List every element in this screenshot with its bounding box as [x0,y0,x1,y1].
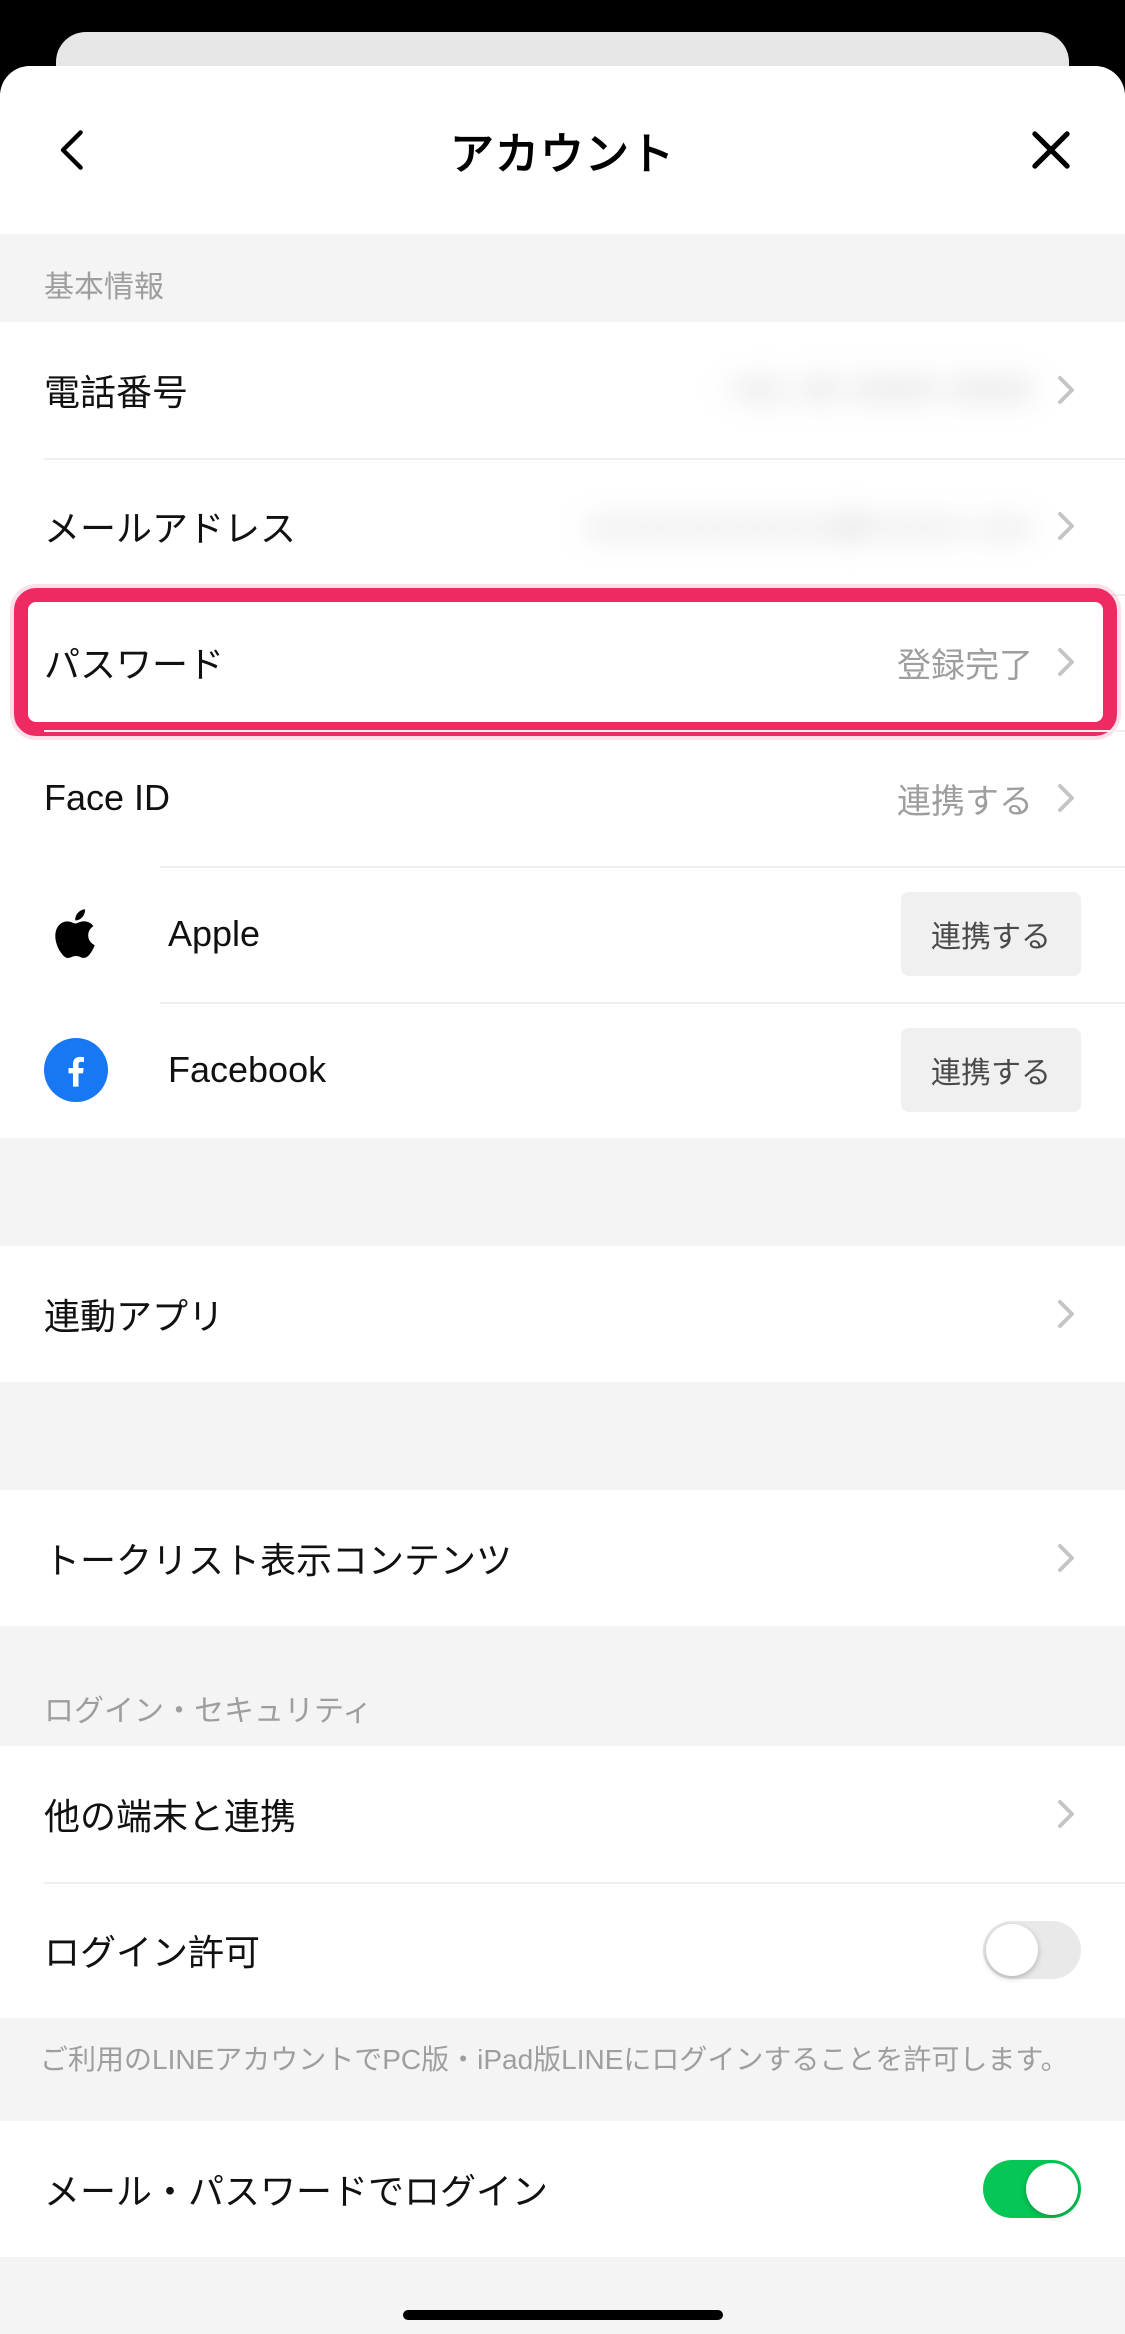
header-bar: アカウント [0,66,1125,234]
chevron-right-icon [1051,1299,1081,1329]
chevron-right-icon [1051,511,1081,541]
row-label: パスワード [44,636,224,688]
row-label: メール・パスワードでログイン [44,2163,548,2215]
row-other-devices[interactable]: 他の端末と連携 [0,1746,1125,1882]
row-value-phone: +81 00 0000 0000 [726,371,1033,410]
row-label: トークリスト表示コンテンツ [44,1532,512,1584]
row-faceid[interactable]: Face ID 連携する [0,730,1125,866]
row-apple: Apple 連携する [0,866,1125,1002]
close-icon [1028,127,1074,173]
row-email[interactable]: メールアドレス xxxxxxxxxxxxx@xxxxx.xxx [0,458,1125,594]
allow-login-footnote: ご利用のLINEアカウントでPC版・iPad版LINEにログインすることを許可し… [0,2018,1125,2121]
row-value-email: xxxxxxxxxxxxx@xxxxx.xxx [586,507,1033,546]
chevron-right-icon [1051,1799,1081,1829]
row-label: ログイン許可 [44,1924,260,1976]
row-allow-login: ログイン許可 [0,1882,1125,2018]
row-value-password: 登録完了 [897,638,1033,687]
row-label: 他の端末と連携 [44,1788,296,1840]
section-gap [0,1138,1125,1246]
toggle-email-pw-login[interactable] [983,2160,1081,2218]
section-header-login-security: ログイン・セキュリティ [0,1626,1125,1746]
row-phone[interactable]: 電話番号 +81 00 0000 0000 [0,322,1125,458]
group-linked-apps: 連動アプリ [0,1246,1125,1382]
facebook-icon [44,1038,108,1102]
row-linked-apps[interactable]: 連動アプリ [0,1246,1125,1382]
apple-icon [44,902,108,966]
chevron-right-icon [1051,375,1081,405]
group-basic: 電話番号 +81 00 0000 0000 メールアドレス xxxxxxxxxx… [0,322,1125,1138]
chevron-left-icon [52,128,96,172]
row-label: メールアドレス [44,500,296,552]
row-label: 連動アプリ [44,1288,224,1340]
home-indicator[interactable] [403,2310,723,2320]
chevron-right-icon [1051,783,1081,813]
chevron-right-icon [1051,647,1081,677]
section-header-basic: 基本情報 [0,234,1125,322]
row-label: Facebook [168,1049,326,1091]
row-label: Face ID [44,777,170,819]
row-label: 電話番号 [44,364,188,416]
close-button[interactable] [1021,120,1081,180]
row-value-faceid: 連携する [897,774,1033,823]
link-facebook-button[interactable]: 連携する [901,1028,1081,1112]
toggle-allow-login[interactable] [983,1921,1081,1979]
row-password[interactable]: パスワード 登録完了 [0,594,1125,730]
section-gap [0,1382,1125,1490]
row-email-password-login: メール・パスワードでログイン [0,2121,1125,2257]
page-title: アカウント [104,118,1021,182]
back-button[interactable] [44,120,104,180]
group-login-security: 他の端末と連携 ログイン許可 [0,1746,1125,2018]
chevron-right-icon [1051,1543,1081,1573]
row-facebook: Facebook 連携する [0,1002,1125,1138]
row-talk-list-contents[interactable]: トークリスト表示コンテンツ [0,1490,1125,1626]
account-settings-sheet: アカウント 基本情報 電話番号 +81 00 0000 0000 メールアドレス… [0,66,1125,2334]
group-talk-list: トークリスト表示コンテンツ [0,1490,1125,1626]
group-email-pw-login: メール・パスワードでログイン [0,2121,1125,2257]
link-apple-button[interactable]: 連携する [901,892,1081,976]
row-label: Apple [168,913,260,955]
